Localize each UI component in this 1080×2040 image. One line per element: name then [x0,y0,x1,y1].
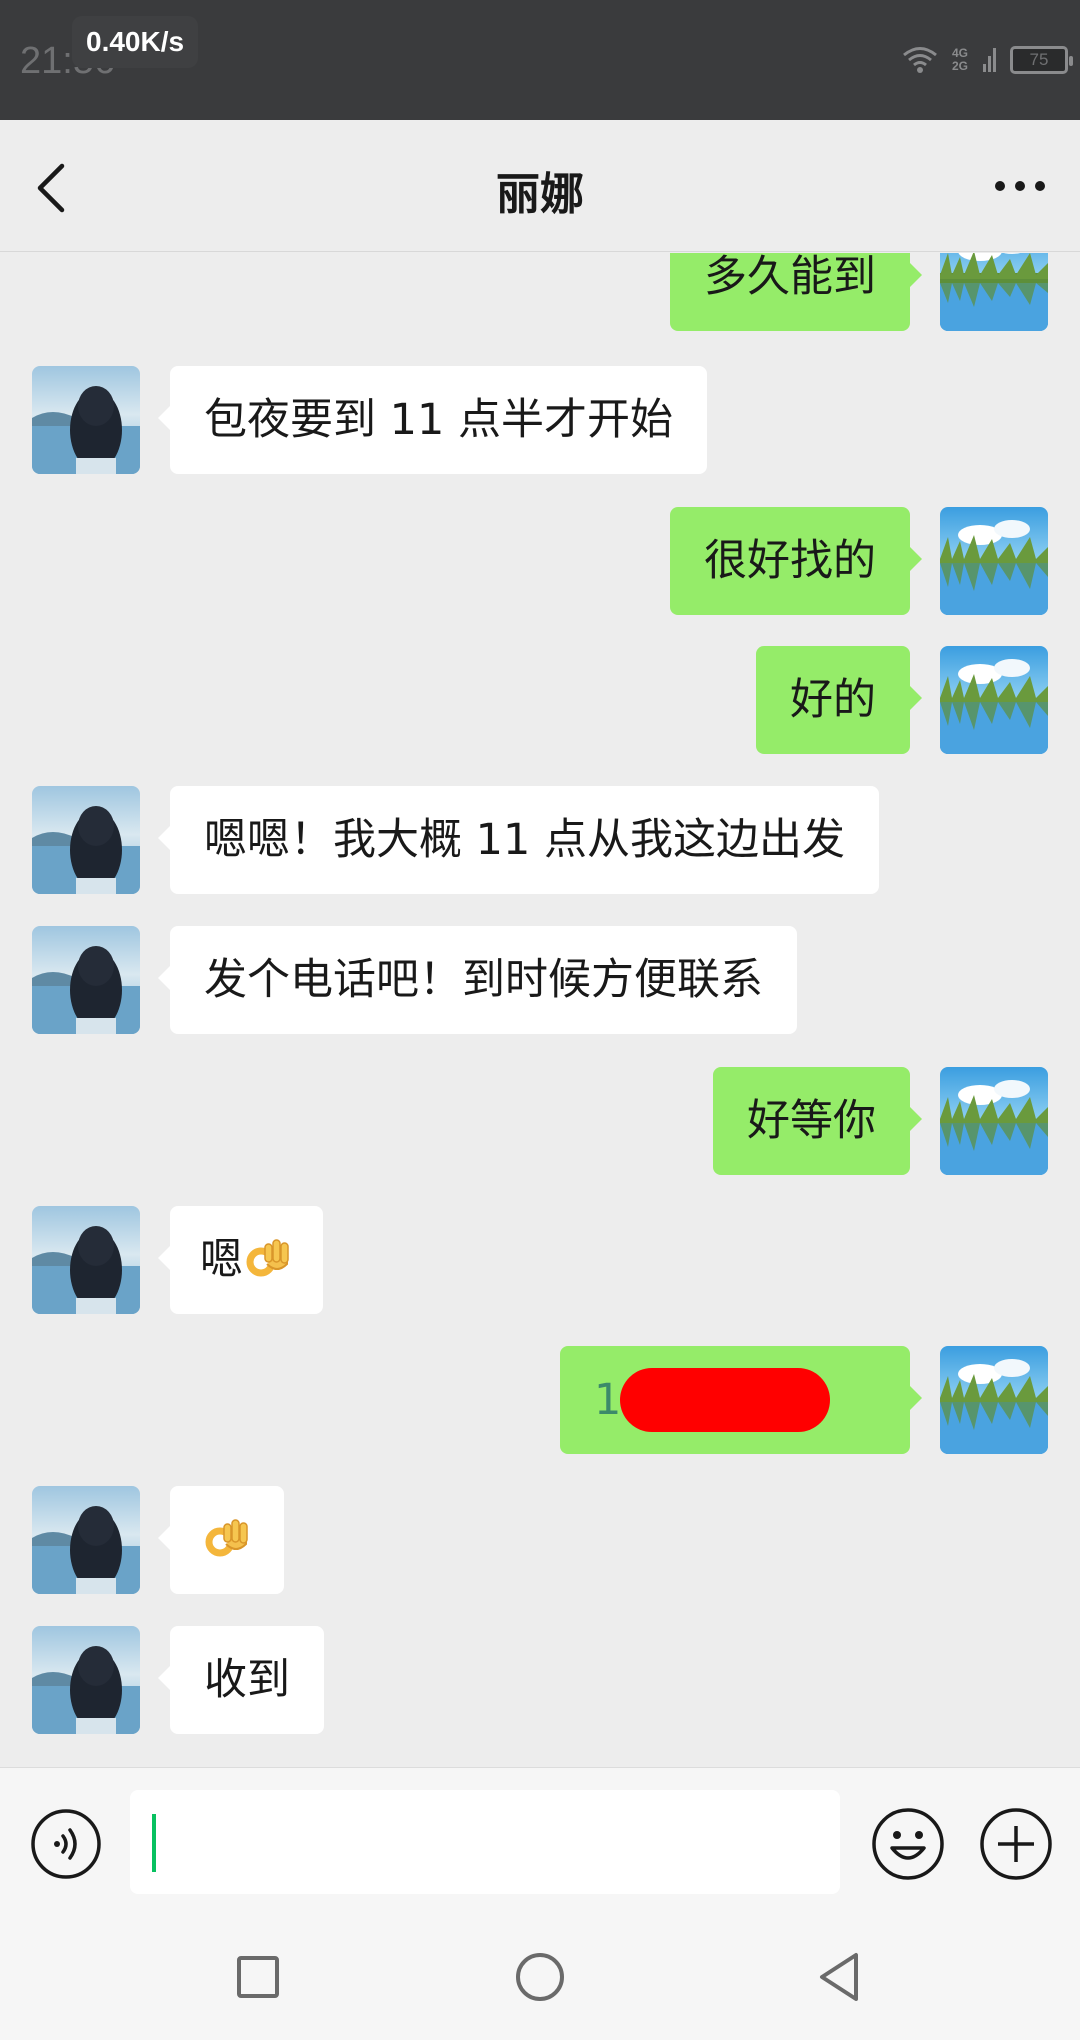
contact-avatar[interactable] [32,926,140,1034]
message-text: 收到 [204,1655,290,1705]
contact-avatar[interactable] [32,1206,140,1314]
chat-title: 丽娜 [496,169,584,220]
chat-header: 丽娜 [0,120,1080,252]
input-bar [0,1767,1080,1915]
message-bubble[interactable]: 很好找的 [670,507,922,615]
ok-hand-emoji [205,1518,248,1556]
my-avatar[interactable] [940,1067,1048,1175]
message-text: 很好找的 [704,536,876,586]
my-avatar[interactable] [940,507,1048,615]
voice-icon[interactable] [30,1808,102,1880]
message-text: 包夜要到 11 点半才开始 [204,395,674,445]
message-bubble[interactable]: 好等你 [713,1067,922,1175]
my-avatar[interactable] [940,253,1048,331]
contact-avatar[interactable] [32,366,140,474]
message-bubble[interactable]: 嗯嗯！我大概 11 点从我这边出发 [157,786,880,894]
more-dots-icon[interactable] [990,166,1050,206]
contact-avatar[interactable] [32,786,140,894]
back-icon[interactable] [816,1951,862,2003]
my-avatar[interactable] [940,1346,1048,1454]
message-bubble[interactable]: 包夜要到 11 点半才开始 [157,366,708,474]
contact-avatar[interactable] [32,1626,140,1734]
message-text: 发个电话吧！到时候方便联系 [204,955,763,1005]
message-bubble[interactable]: 收到 [158,1626,324,1734]
message-bubble[interactable]: 15 19 [560,1346,922,1454]
ok-hand-emoji [246,1238,289,1276]
message-text: 嗯 [200,1235,243,1285]
contact-avatar[interactable] [32,1486,140,1594]
recent-apps-icon[interactable] [236,1955,280,1999]
message-text: 嗯嗯！我大概 11 点从我这边出发 [204,815,846,865]
text-cursor [152,1814,156,1872]
redaction-mark [620,1368,830,1432]
battery-icon: 75 [1010,46,1073,74]
message-input[interactable] [130,1790,840,1894]
status-icons: 4G 2G 75 [902,40,1073,80]
my-avatar[interactable] [940,646,1048,754]
message-bubble[interactable]: 发个电话吧！到时候方便联系 [158,926,797,1034]
message-text: 多久能到 [704,253,876,302]
network-type-labels: 4G 2G [952,47,968,73]
message-text: 好的 [790,675,876,725]
message-bubble[interactable]: 多久能到 [670,253,922,331]
message-list[interactable]: 多久能到 包夜要到 11 点半才开始 很好找的 好的 嗯嗯！我大概 11 点从我… [0,253,1080,1767]
system-nav-bar [0,1915,1080,2040]
message-bubble[interactable]: 好的 [756,646,922,754]
battery-level: 75 [1029,50,1049,69]
home-icon[interactable] [514,1951,566,2003]
message-text: 好等你 [747,1096,876,1146]
plus-icon[interactable] [978,1806,1054,1882]
message-bubble[interactable] [158,1486,284,1594]
emoji-icon[interactable] [870,1806,946,1882]
message-bubble[interactable]: 嗯 [158,1206,323,1314]
network-speed: 0.40K/s [72,16,199,68]
signal-icon [983,48,996,72]
status-bar: 21:56 0.40K/s 4G 2G 75 [0,0,1080,120]
wifi-icon [903,47,937,73]
network-type-2g: 2G [951,59,968,73]
